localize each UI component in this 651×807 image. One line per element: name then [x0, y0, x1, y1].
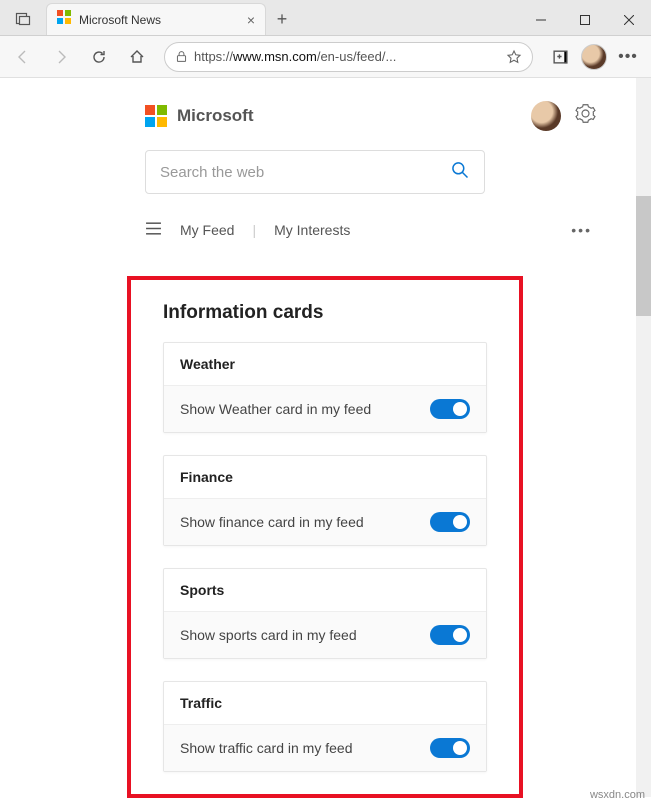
forward-button[interactable]: [44, 40, 78, 74]
card-traffic: Traffic Show traffic card in my feed: [163, 681, 487, 772]
tab-actions-button[interactable]: [4, 3, 42, 35]
scrollbar-thumb[interactable]: [636, 196, 651, 316]
user-avatar[interactable]: [531, 101, 561, 131]
browser-toolbar: https://www.msn.com/en-us/feed/... •••: [0, 36, 651, 78]
url-text: https://www.msn.com/en-us/feed/...: [194, 49, 500, 64]
toggle-sports[interactable]: [430, 625, 470, 645]
nav-my-interests[interactable]: My Interests: [274, 222, 350, 238]
browser-titlebar: Microsoft News × +: [0, 0, 651, 36]
address-bar[interactable]: https://www.msn.com/en-us/feed/...: [164, 42, 533, 72]
maximize-button[interactable]: [563, 5, 607, 35]
msn-favicon: [57, 10, 71, 29]
nav-my-feed[interactable]: My Feed: [180, 222, 234, 238]
section-title: Information cards: [163, 302, 487, 324]
page-viewport: Microsoft My Feed | My Interests ••• Inf…: [0, 78, 651, 807]
search-box[interactable]: [145, 150, 485, 194]
gear-icon: [575, 103, 596, 124]
nav-separator: |: [252, 222, 256, 238]
site-info-icon: [175, 50, 188, 63]
browser-tab[interactable]: Microsoft News ×: [46, 3, 266, 35]
favorites-icon[interactable]: [506, 49, 522, 65]
search-icon[interactable]: [450, 160, 470, 185]
card-finance: Finance Show finance card in my feed: [163, 455, 487, 546]
minimize-button[interactable]: [519, 5, 563, 35]
nav-more-button[interactable]: •••: [571, 222, 596, 238]
toggle-weather[interactable]: [430, 399, 470, 419]
card-title: Traffic: [164, 682, 486, 725]
card-desc: Show traffic card in my feed: [180, 740, 352, 756]
watermark: wsxdn.com: [590, 789, 645, 801]
ellipsis-icon: •••: [618, 48, 638, 66]
site-header: Microsoft: [145, 88, 596, 144]
scrollbar-track[interactable]: [636, 78, 651, 797]
card-desc: Show finance card in my feed: [180, 514, 364, 530]
collections-button[interactable]: [543, 40, 577, 74]
feed-nav: My Feed | My Interests •••: [145, 208, 596, 252]
hamburger-icon[interactable]: [145, 220, 162, 240]
card-title: Weather: [164, 343, 486, 386]
tab-close-button[interactable]: ×: [247, 12, 255, 28]
home-button[interactable]: [120, 40, 154, 74]
refresh-button[interactable]: [82, 40, 116, 74]
toggle-traffic[interactable]: [430, 738, 470, 758]
back-button[interactable]: [6, 40, 40, 74]
close-window-button[interactable]: [607, 5, 651, 35]
search-input[interactable]: [160, 164, 450, 181]
tab-title: Microsoft News: [79, 13, 239, 27]
profile-avatar[interactable]: [581, 44, 607, 70]
card-desc: Show sports card in my feed: [180, 627, 357, 643]
settings-menu-button[interactable]: •••: [611, 40, 645, 74]
tab-actions-icon: [15, 11, 31, 27]
settings-button[interactable]: [575, 103, 596, 129]
toggle-finance[interactable]: [430, 512, 470, 532]
card-title: Sports: [164, 569, 486, 612]
card-desc: Show Weather card in my feed: [180, 401, 371, 417]
highlight-annotation: Information cards Weather Show Weather c…: [127, 276, 523, 798]
window-controls: [519, 5, 651, 35]
microsoft-logo-icon: [145, 105, 167, 127]
card-sports: Sports Show sports card in my feed: [163, 568, 487, 659]
card-title: Finance: [164, 456, 486, 499]
card-weather: Weather Show Weather card in my feed: [163, 342, 487, 433]
brand-name: Microsoft: [177, 106, 254, 126]
new-tab-button[interactable]: +: [266, 3, 298, 35]
